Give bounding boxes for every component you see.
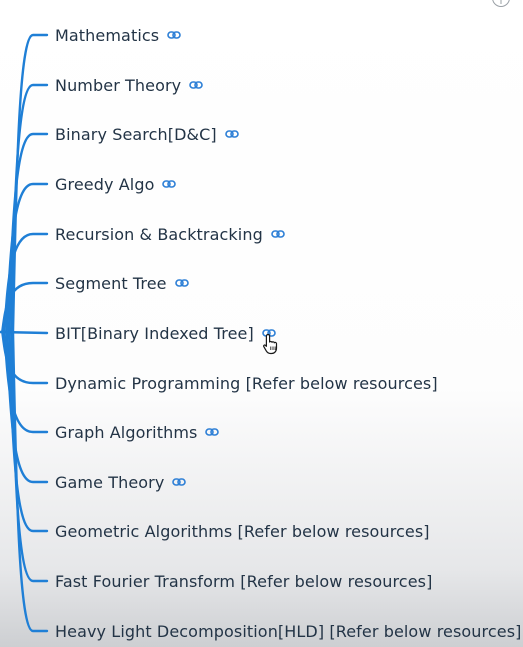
link-icon[interactable] (271, 229, 285, 239)
topic-item-geometric-algorithms: Geometric Algorithms [Refer below resour… (55, 519, 430, 543)
link-icon[interactable] (167, 30, 182, 40)
topic-list: Mathematics Number Theory Binary Search[… (0, 0, 523, 647)
topic-item-graph-algorithms: Graph Algorithms (55, 420, 220, 444)
link-icon[interactable] (172, 477, 187, 487)
topic-item-mathematics: Mathematics (55, 23, 182, 47)
topic-label: BIT[Binary Indexed Tree] (55, 323, 254, 343)
topic-item-bit: BIT[Binary Indexed Tree] (55, 321, 276, 345)
topic-item-greedy-algo: Greedy Algo (55, 172, 177, 196)
topic-item-game-theory: Game Theory (55, 470, 187, 494)
topic-label: Fast Fourier Transform [Refer below reso… (55, 571, 433, 591)
info-circle-icon[interactable] (491, 0, 511, 12)
topic-item-binary-search: Binary Search[D&C] (55, 122, 239, 146)
topic-label: Mathematics (55, 25, 160, 45)
topic-item-heavy-light-decomposition: Heavy Light Decomposition[HLD] [Refer be… (55, 619, 521, 643)
topic-label: Dynamic Programming [Refer below resourc… (55, 373, 438, 393)
topic-label: Number Theory (55, 75, 182, 95)
topic-item-dynamic-programming: Dynamic Programming [Refer below resourc… (55, 371, 438, 395)
topic-item-recursion-backtracking: Recursion & Backtracking (55, 222, 285, 246)
topic-item-number-theory: Number Theory (55, 73, 204, 97)
link-icon[interactable] (205, 427, 220, 437)
topic-label: Greedy Algo (55, 174, 155, 194)
topic-item-segment-tree: Segment Tree (55, 271, 189, 295)
topic-label: Graph Algorithms (55, 422, 198, 442)
hand-pointer-icon (262, 333, 280, 359)
topic-label: Heavy Light Decomposition[HLD] [Refer be… (55, 621, 522, 641)
topic-label: Binary Search[D&C] (55, 124, 217, 144)
topic-label: Game Theory (55, 472, 165, 492)
topic-label: Segment Tree (55, 273, 167, 293)
link-icon[interactable] (174, 278, 189, 288)
topic-label: Geometric Algorithms [Refer below resour… (55, 521, 430, 541)
link-icon[interactable] (224, 129, 239, 139)
link-icon[interactable] (189, 80, 204, 90)
topic-label: Recursion & Backtracking (55, 224, 263, 244)
topic-item-fast-fourier-transform: Fast Fourier Transform [Refer below reso… (55, 569, 432, 593)
link-icon[interactable] (162, 179, 177, 189)
